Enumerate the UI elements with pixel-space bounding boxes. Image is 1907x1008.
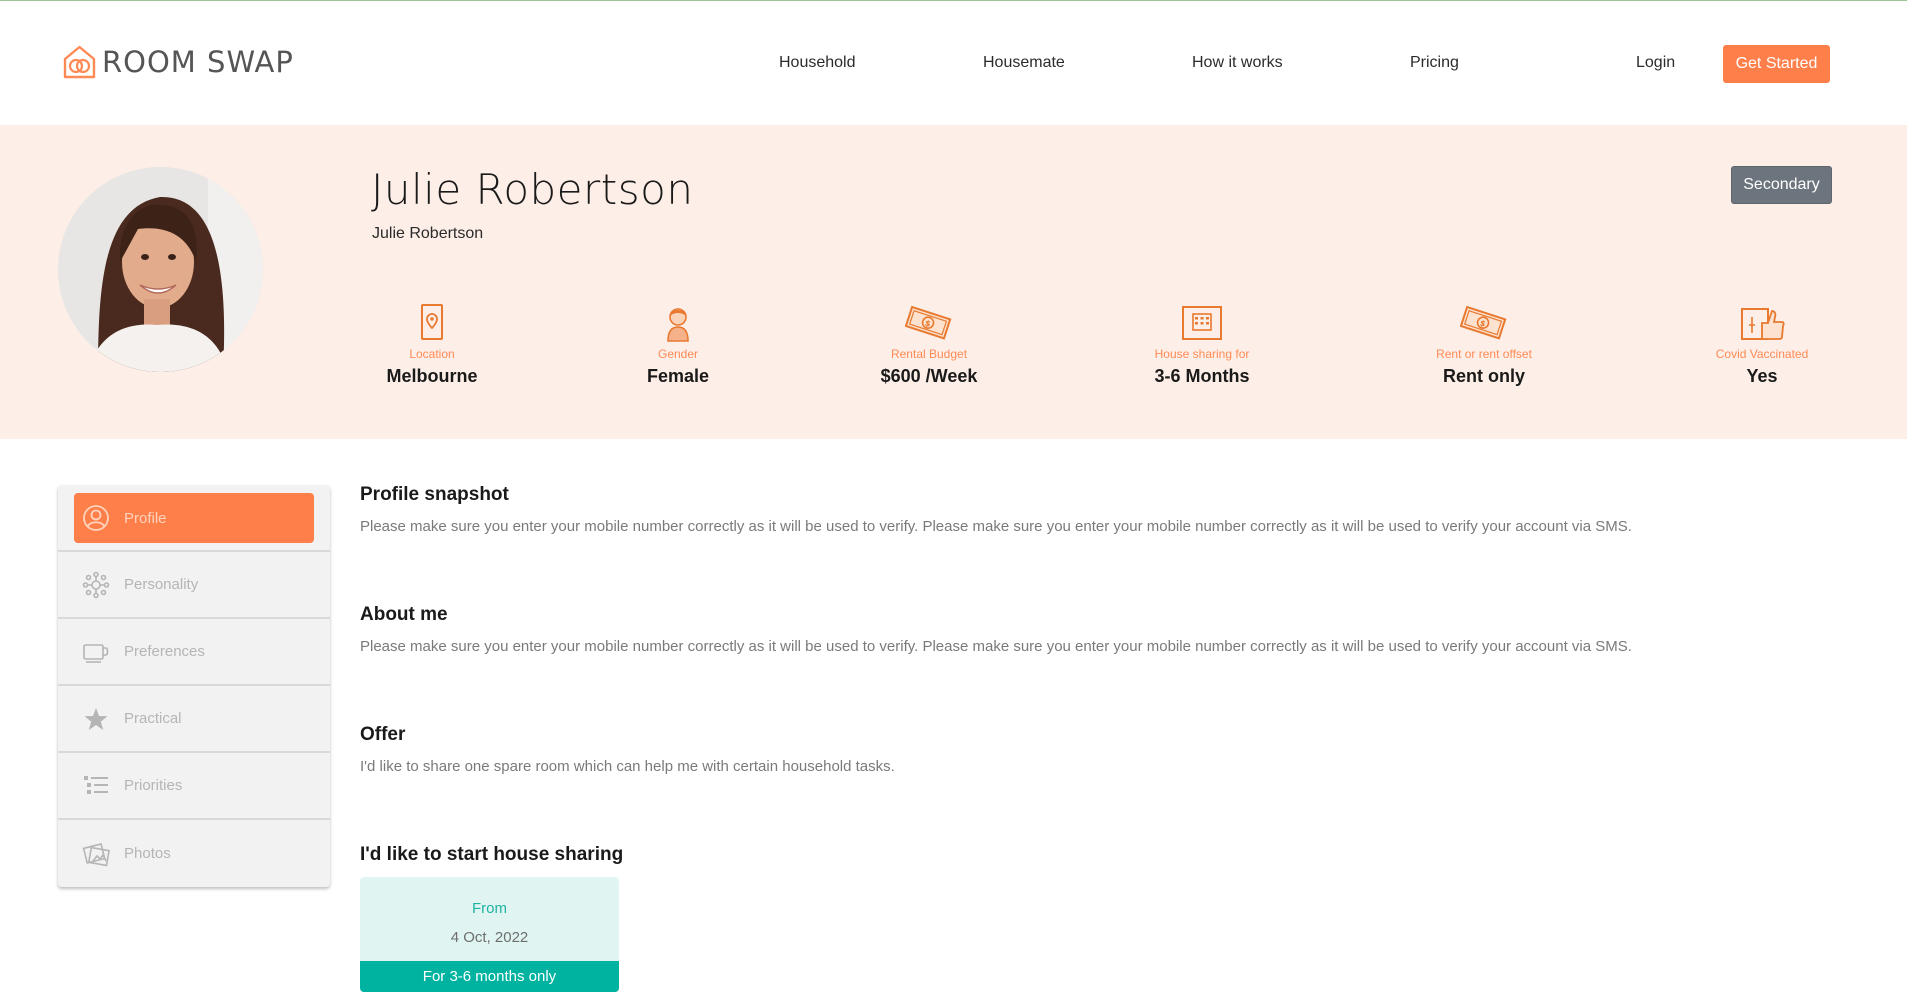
sidebar-item-preferences[interactable]: Preferences: [58, 619, 330, 686]
money-icon: $: [1460, 305, 1507, 340]
get-started-button[interactable]: Get Started: [1723, 45, 1830, 83]
sidebar-item-label: Priorities: [124, 777, 183, 794]
stat-label: Rent or rent offset: [1436, 347, 1532, 361]
start-date-card: From 4 Oct, 2022 For 3-6 months only: [360, 877, 619, 992]
stat-label: House sharing for: [1154, 347, 1250, 361]
logo-text: ROOM SWAP: [102, 45, 294, 79]
sidebar-active-pill: Profile: [74, 493, 314, 543]
cup-icon: [82, 638, 110, 666]
vaccine-thumbs-up-icon: [1741, 308, 1785, 340]
section-about-me: About me Please make sure you enter your…: [360, 604, 1860, 655]
section-title: Profile snapshot: [360, 484, 509, 505]
section-text: I'd like to share one spare room which c…: [360, 758, 895, 775]
nav-login[interactable]: Login: [1636, 54, 1675, 72]
stat-value: 3-6 Months: [1154, 366, 1250, 386]
list-icon: [82, 772, 110, 800]
stat-rental-budget: $ Rental Budget $600 /Week: [829, 303, 1029, 387]
sidebar-item-label: Personality: [124, 576, 199, 593]
stat-label: Location: [409, 347, 455, 361]
stat-value: Female: [646, 366, 710, 386]
stat-value: Yes: [1746, 366, 1778, 386]
stat-house-sharing-for: House sharing for 3-6 Months: [1102, 303, 1302, 387]
avatar: [58, 167, 263, 372]
user-circle-icon: [82, 504, 110, 532]
date-from-label: From: [472, 900, 507, 917]
section-start-sharing: I'd like to start house sharing: [360, 844, 1860, 866]
section-offer: Offer I'd like to share one spare room w…: [360, 724, 1860, 775]
profile-banner: Julie Robertson Julie Robertson Secondar…: [0, 125, 1907, 439]
nav-housemate[interactable]: Housemate: [983, 54, 1065, 72]
sidebar-item-photos[interactable]: Photos: [58, 820, 330, 887]
start-date: 4 Oct, 2022: [450, 929, 529, 946]
nav-pricing[interactable]: Pricing: [1410, 54, 1459, 72]
section-text: Please make sure you enter your mobile n…: [360, 518, 1632, 535]
sidebar-item-label: Preferences: [124, 643, 205, 660]
stat-label: Covid Vaccinated: [1715, 347, 1809, 361]
section-title: About me: [360, 604, 448, 625]
site-header: ROOM SWAP Household Housemate How it wor…: [0, 1, 1907, 125]
stat-value: $600 /Week: [880, 366, 978, 386]
section-text: Please make sure you enter your mobile n…: [360, 638, 1632, 655]
nav-household[interactable]: Household: [779, 54, 856, 72]
profile-subtitle: Julie Robertson: [372, 225, 484, 242]
logo[interactable]: ROOM SWAP: [63, 45, 294, 79]
stat-label: Gender: [657, 347, 699, 361]
stat-location: Location Melbourne: [332, 303, 532, 387]
sidebar-item-personality[interactable]: Personality: [58, 552, 330, 619]
sidebar-item-label: Profile: [124, 509, 167, 527]
star-icon: [82, 705, 110, 733]
sidebar-item-label: Practical: [124, 710, 182, 727]
money-icon: $: [905, 305, 952, 340]
location-pin-icon: [421, 304, 443, 340]
section-profile-snapshot: Profile snapshot Please make sure you en…: [360, 484, 1860, 535]
stat-value: Melbourne: [386, 366, 478, 386]
person-icon: [667, 308, 689, 342]
sidebar-item-priorities[interactable]: Priorities: [58, 753, 330, 820]
stat-covid-vaccinated: Covid Vaccinated Yes: [1662, 303, 1862, 387]
stat-gender: Gender Female: [578, 303, 778, 387]
calendar-icon: [1182, 306, 1222, 340]
stat-rent-or-offset: $ Rent or rent offset Rent only: [1384, 303, 1584, 387]
photos-icon: [82, 840, 110, 868]
stat-label: Rental Budget: [890, 347, 968, 361]
profile-name: Julie Robertson: [371, 165, 694, 214]
nav-how-it-works[interactable]: How it works: [1192, 54, 1283, 72]
section-title: I'd like to start house sharing: [360, 844, 624, 865]
avatar-photo: [58, 167, 263, 372]
profile-sidebar: Profile Personality Preferences Practica…: [58, 485, 330, 887]
section-title: Offer: [360, 724, 406, 745]
sidebar-item-profile[interactable]: Profile: [58, 485, 330, 552]
sidebar-item-label: Photos: [124, 845, 171, 862]
network-icon: [82, 571, 110, 599]
sidebar-item-practical[interactable]: Practical: [58, 686, 330, 753]
secondary-button[interactable]: Secondary: [1731, 166, 1832, 204]
stat-value: Rent only: [1442, 366, 1525, 386]
duration-bar: For 3-6 months only: [360, 961, 619, 992]
logo-icon: [63, 45, 96, 79]
